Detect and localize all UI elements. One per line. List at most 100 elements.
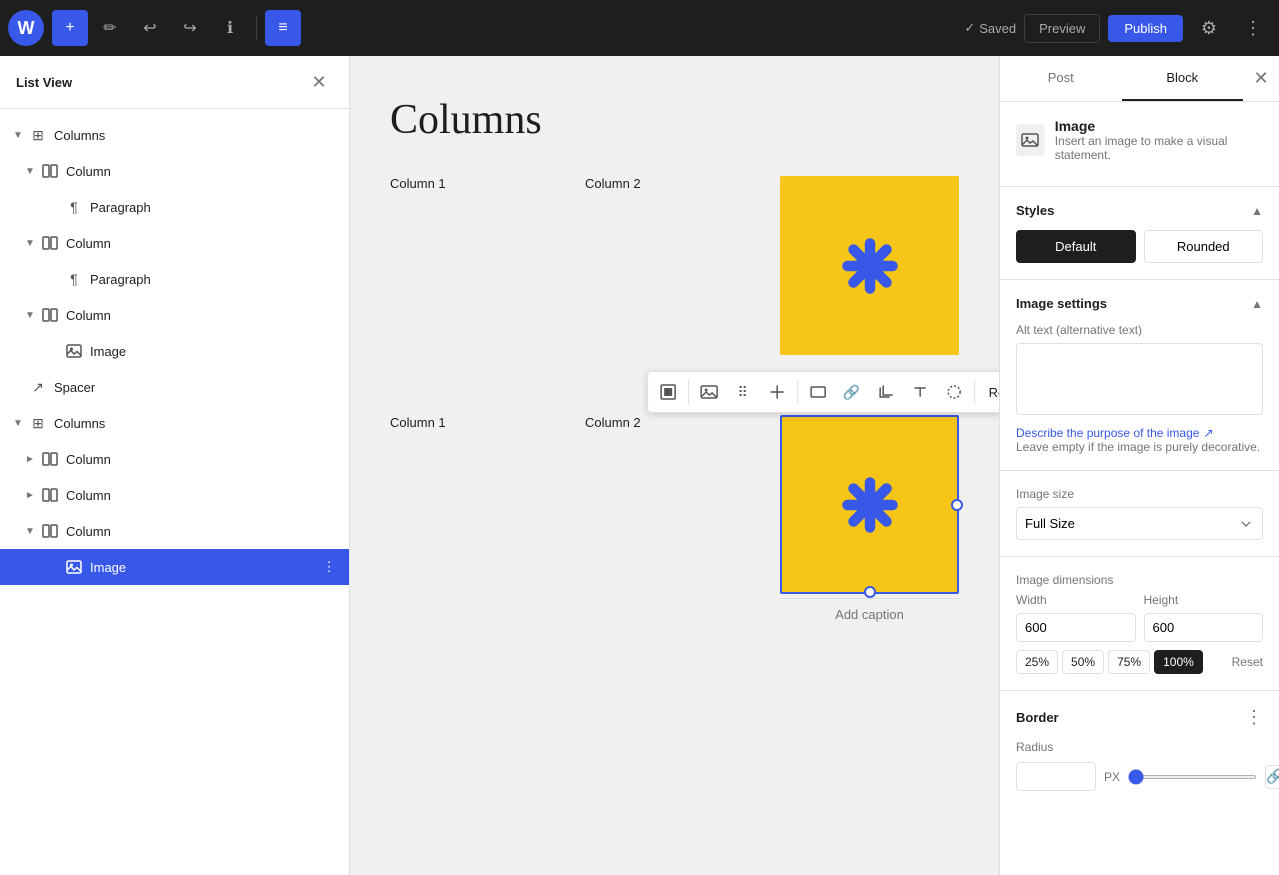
image-size-label: Image size: [1016, 487, 1263, 501]
tree-label: Column: [66, 524, 341, 539]
toolbar-separator: [688, 380, 689, 404]
column-2-area-2[interactable]: Column 2: [585, 415, 764, 438]
image-settings-header[interactable]: Image settings ▲: [1016, 296, 1263, 311]
image-block-2[interactable]: [780, 415, 959, 594]
pct-75-button[interactable]: 75%: [1108, 650, 1150, 674]
pct-100-button[interactable]: 100%: [1154, 650, 1203, 674]
chevron-icon[interactable]: [20, 305, 40, 325]
column-icon: [40, 233, 60, 253]
toolbar-move-button[interactable]: [761, 376, 793, 408]
add-button[interactable]: +: [52, 10, 88, 46]
tree-item-column-4[interactable]: Column: [0, 441, 349, 477]
column-icon: [40, 305, 60, 325]
chevron-icon[interactable]: [20, 521, 40, 541]
sidebar-header: List View ✕: [0, 56, 349, 109]
radius-slider[interactable]: [1128, 775, 1257, 779]
height-input[interactable]: [1144, 613, 1264, 642]
radius-link-button[interactable]: 🔗: [1265, 765, 1279, 789]
undo-button[interactable]: ↩: [132, 10, 168, 46]
tree-label: Column: [66, 164, 341, 179]
tab-post[interactable]: Post: [1000, 56, 1122, 101]
resize-handle-right[interactable]: [951, 499, 963, 511]
image-toolbar: ⠿ 🔗: [647, 371, 999, 413]
tree-item-column-6[interactable]: Column: [0, 513, 349, 549]
chevron-icon[interactable]: [20, 449, 40, 469]
toolbar-expand-button[interactable]: [652, 376, 684, 408]
tree-item-column-3[interactable]: Column: [0, 297, 349, 333]
image-settings-title: Image settings: [1016, 296, 1107, 311]
sidebar-tree: ⊞ Columns Column ¶ Paragraph: [0, 109, 349, 875]
border-more-button[interactable]: ⋮: [1245, 707, 1263, 728]
height-label: Height: [1144, 593, 1264, 607]
chevron-icon[interactable]: [8, 125, 28, 145]
toolbar-align-button[interactable]: [802, 376, 834, 408]
pct-25-button[interactable]: 25%: [1016, 650, 1058, 674]
reset-button[interactable]: Reset: [1232, 655, 1263, 669]
column-2-area[interactable]: Column 2: [585, 176, 764, 199]
tree-item-column-1[interactable]: Column: [0, 153, 349, 189]
sidebar-close-button[interactable]: ✕: [305, 68, 333, 96]
list-view-button[interactable]: ≡: [265, 10, 301, 46]
preview-button[interactable]: Preview: [1024, 14, 1100, 43]
publish-button[interactable]: Publish: [1108, 15, 1183, 42]
tree-item-columns-2[interactable]: ⊞ Columns: [0, 405, 349, 441]
tree-item-paragraph-2[interactable]: ¶ Paragraph: [0, 261, 349, 297]
border-section: Border ⋮ Radius PX 🔗: [1000, 691, 1279, 807]
tree-item-image-1[interactable]: Image: [0, 333, 349, 369]
tree-item-paragraph-1[interactable]: ¶ Paragraph: [0, 189, 349, 225]
column-1-area[interactable]: Column 1: [390, 176, 569, 199]
tree-item-image-2[interactable]: Image ⋮: [0, 549, 349, 585]
chevron-icon[interactable]: [20, 233, 40, 253]
toolbar-style-button[interactable]: [938, 376, 970, 408]
add-caption[interactable]: Add caption: [780, 598, 959, 630]
style-default-button[interactable]: Default: [1016, 230, 1136, 263]
toolbar-crop-button[interactable]: [870, 376, 902, 408]
tab-block[interactable]: Block: [1122, 56, 1244, 101]
settings-button[interactable]: ⚙: [1191, 10, 1227, 46]
column-3-area-2[interactable]: ⠿ 🔗: [780, 415, 959, 630]
asterisk-icon-2: [840, 475, 900, 535]
tools-button[interactable]: ✏: [92, 10, 128, 46]
styles-section-header[interactable]: Styles ▲: [1016, 203, 1263, 218]
tree-item-spacer[interactable]: ↗ Spacer: [0, 369, 349, 405]
resize-handle-bottom[interactable]: [864, 586, 876, 598]
tree-item-more-button[interactable]: ⋮: [317, 555, 341, 579]
tree-item-columns-1[interactable]: ⊞ Columns: [0, 117, 349, 153]
col1-label-2: Column 1: [390, 415, 569, 430]
info-button[interactable]: ℹ: [212, 10, 248, 46]
chevron-icon[interactable]: [20, 161, 40, 181]
alt-text-input[interactable]: [1016, 343, 1263, 415]
columns-row-1: Column 1 Column 2: [390, 176, 959, 355]
pct-50-button[interactable]: 50%: [1062, 650, 1104, 674]
toolbar-link-button[interactable]: 🔗: [836, 376, 868, 408]
toolbar-text-button[interactable]: [904, 376, 936, 408]
tree-label: Image: [90, 560, 317, 575]
block-info-section: Image Insert an image to make a visual s…: [1000, 102, 1279, 187]
radius-input[interactable]: [1016, 762, 1096, 791]
page-title[interactable]: Columns: [390, 96, 959, 144]
wp-logo[interactable]: W: [8, 10, 44, 46]
radius-unit-label: PX: [1104, 770, 1120, 784]
toolbar-replace-button[interactable]: Replace: [979, 381, 999, 404]
column-3-area[interactable]: [780, 176, 959, 355]
tree-item-column-5[interactable]: Column: [0, 477, 349, 513]
chevron-icon[interactable]: [20, 485, 40, 505]
chevron-icon[interactable]: [8, 413, 28, 433]
image-block-1[interactable]: [780, 176, 959, 355]
height-col: Height: [1144, 593, 1264, 642]
tree-label: Column: [66, 308, 341, 323]
toolbar-drag-button[interactable]: ⠿: [727, 376, 759, 408]
column-1-area-2[interactable]: Column 1: [390, 415, 569, 438]
tree-item-column-2[interactable]: Column: [0, 225, 349, 261]
image-size-select[interactable]: Full Size: [1016, 507, 1263, 540]
panel-close-button[interactable]: ✕: [1243, 61, 1279, 97]
radius-label: Radius: [1016, 740, 1263, 754]
width-input[interactable]: [1016, 613, 1136, 642]
alt-text-label: Alt text (alternative text): [1016, 323, 1263, 337]
style-rounded-button[interactable]: Rounded: [1144, 230, 1264, 263]
toolbar-image-button[interactable]: [693, 376, 725, 408]
topbar-right: ✓ Saved Preview Publish ⚙ ⋮: [964, 10, 1271, 46]
image-purpose-link[interactable]: Describe the purpose of the image ↗: [1016, 426, 1263, 440]
more-options-button[interactable]: ⋮: [1235, 10, 1271, 46]
redo-button[interactable]: ↪: [172, 10, 208, 46]
